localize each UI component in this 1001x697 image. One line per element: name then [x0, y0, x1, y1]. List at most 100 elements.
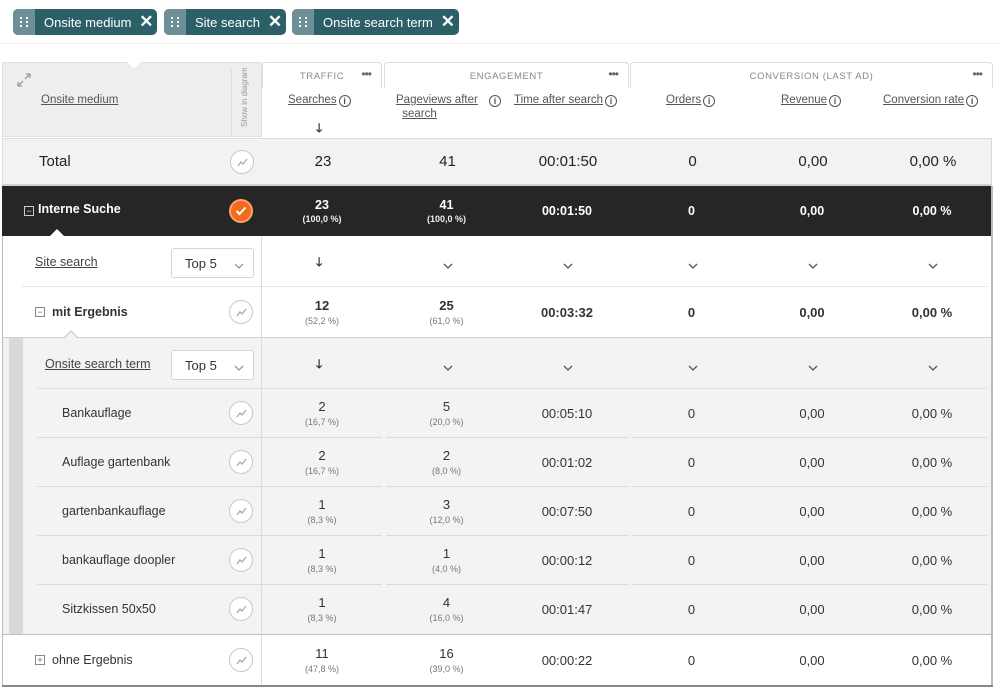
chevron-down-icon[interactable]: [443, 359, 453, 377]
searches-cell: 2 (16,7 %): [262, 389, 382, 437]
chip-site-search[interactable]: Site search ✕: [164, 9, 287, 35]
searches-value: 1: [318, 497, 326, 512]
trend-icon[interactable]: [229, 548, 253, 572]
column-conversion-rate[interactable]: Conversion rate i: [883, 93, 979, 107]
orders-value: 0: [687, 652, 696, 668]
searches-value: 12: [314, 298, 330, 313]
close-icon[interactable]: ✕: [441, 9, 459, 35]
info-icon[interactable]: i: [338, 95, 351, 107]
column-time-after-search[interactable]: Time after search i: [514, 93, 618, 107]
chip-label: Site search: [195, 14, 261, 30]
chip-onsite-medium[interactable]: Onsite medium ✕: [13, 9, 158, 35]
column-label: Conversion rate: [883, 94, 965, 106]
pageviews-percent: (61,0 %): [429, 316, 464, 326]
report-table: Onsite medium Show in diagram TRAFFIC ••…: [2, 62, 993, 687]
time-value: 00:01:02: [541, 454, 593, 470]
pageviews-value: 2: [442, 448, 451, 463]
pageviews-percent: (8,0 %): [431, 466, 461, 476]
orders-value: 0: [687, 503, 696, 519]
more-icon[interactable]: •••: [608, 67, 619, 81]
conversion-value: 0,00 %: [911, 454, 953, 470]
expand-icon[interactable]: [15, 71, 33, 89]
chip-onsite-search-term[interactable]: Onsite search term ✕: [292, 9, 459, 35]
chevron-down-icon[interactable]: [443, 257, 453, 275]
info-icon[interactable]: i: [489, 95, 502, 107]
onsite-medium-header[interactable]: Onsite medium: [41, 94, 118, 106]
trend-icon[interactable]: [229, 597, 253, 621]
sort-down-icon[interactable]: 🡓: [316, 253, 322, 274]
chevron-down-icon[interactable]: [688, 257, 698, 275]
revenue-value: 0,00: [799, 503, 825, 519]
top-n-selector[interactable]: Top 5: [171, 350, 254, 380]
row-interne-suche[interactable]: − Interne Suche 23 (100,0 %) 41 (100,0 %) …: [2, 186, 992, 236]
chevron-down-icon[interactable]: [563, 257, 573, 275]
total-conversion: 0,00 %: [909, 153, 957, 170]
trend-icon[interactable]: [229, 499, 253, 523]
info-icon[interactable]: i: [605, 95, 618, 107]
collapse-icon[interactable]: −: [35, 307, 45, 317]
total-time: 00:01:50: [538, 153, 598, 170]
searches-value: 11: [315, 646, 329, 661]
row-label: Auflage gartenbank: [62, 455, 171, 469]
conversion-value: 0,00 %: [911, 304, 953, 320]
search-term-row[interactable]: gartenbankauflage 1 (8,3 %) 3 (12,0 %) 00:07:…: [2, 487, 992, 535]
drag-handle-icon[interactable]: [164, 9, 186, 35]
time-value: 00:03:32: [540, 304, 594, 320]
group-engagement: ENGAGEMENT •••: [384, 62, 629, 88]
site-search-dimension-row: Site search Top 5 🡓: [2, 236, 992, 286]
trend-icon[interactable]: [230, 150, 254, 174]
column-orders[interactable]: Orders i: [666, 93, 716, 107]
search-term-row[interactable]: Auflage gartenbank 2 (16,7 %) 2 (8,0 %) 00:01…: [2, 438, 992, 486]
column-searches[interactable]: Searches i: [288, 93, 351, 107]
chevron-down-icon[interactable]: [808, 359, 818, 377]
revenue-value: 0,00: [799, 304, 825, 320]
orders-value: 0: [687, 601, 696, 617]
search-term-row[interactable]: bankauflage doopler 1 (8,3 %) 1 (4,0 %) 00:00…: [2, 536, 992, 584]
row-mit-ergebnis[interactable]: − mit Ergebnis 12 (52,2 %) 25 (61,0 %) 00:…: [2, 287, 992, 337]
expand-row-icon[interactable]: +: [35, 655, 45, 665]
sort-down-icon[interactable]: 🡓: [316, 355, 322, 376]
onsite-search-term-link[interactable]: Onsite search term: [45, 357, 151, 371]
show-in-diagram-header: Show in diagram: [231, 67, 263, 135]
orders-value: 0: [688, 204, 695, 218]
check-icon[interactable]: [229, 199, 253, 223]
more-icon[interactable]: •••: [972, 67, 983, 81]
row-label: gartenbankauflage: [62, 504, 166, 518]
collapse-icon[interactable]: −: [24, 206, 34, 216]
trend-icon[interactable]: [229, 300, 253, 324]
chip-label: Onsite search term: [323, 14, 433, 30]
chevron-down-icon[interactable]: [928, 359, 938, 377]
row-label: mit Ergebnis: [52, 305, 128, 319]
more-icon[interactable]: •••: [361, 67, 372, 81]
conversion-cell: 0,00 %: [871, 536, 993, 584]
close-icon[interactable]: ✕: [139, 9, 157, 35]
drag-handle-icon[interactable]: [292, 9, 314, 35]
table-frame-right: [991, 186, 993, 687]
row-ohne-ergebnis[interactable]: + ohne Ergebnis 11 (47,8 %) 16 (39,0 %) 00…: [2, 635, 992, 685]
close-icon[interactable]: ✕: [268, 9, 286, 35]
info-icon[interactable]: i: [703, 95, 716, 107]
sort-down-icon[interactable]: 🡓: [316, 119, 322, 140]
top-n-selector[interactable]: Top 5: [171, 248, 254, 278]
total-revenue: 0,00: [798, 153, 828, 170]
pageviews-cell: 4 (16,0 %): [384, 585, 509, 633]
info-icon[interactable]: i: [829, 95, 842, 107]
search-term-row[interactable]: Sitzkissen 50x50 1 (8,3 %) 4 (16,0 %) 00:01:4…: [2, 585, 992, 633]
chevron-down-icon[interactable]: [928, 257, 938, 275]
total-orders: 0: [688, 153, 697, 170]
info-icon[interactable]: i: [966, 95, 979, 107]
trend-icon[interactable]: [229, 450, 253, 474]
search-term-row[interactable]: Bankauflage 2 (16,7 %) 5 (20,0 %) 00:05:10 0 0,…: [2, 389, 992, 437]
chevron-down-icon[interactable]: [688, 359, 698, 377]
time-value: 00:00:12: [541, 552, 593, 568]
chevron-down-icon[interactable]: [563, 359, 573, 377]
column-revenue[interactable]: Revenue i: [781, 93, 842, 107]
chevron-down-icon[interactable]: [808, 257, 818, 275]
drag-handle-icon[interactable]: [13, 9, 35, 35]
column-pageviews[interactable]: Pageviews after i search: [396, 93, 502, 121]
searches-percent: (52,2 %): [304, 316, 339, 326]
site-search-link[interactable]: Site search: [35, 255, 98, 269]
time-cell: 00:07:50: [507, 487, 627, 535]
trend-icon[interactable]: [229, 648, 253, 672]
trend-icon[interactable]: [229, 401, 253, 425]
